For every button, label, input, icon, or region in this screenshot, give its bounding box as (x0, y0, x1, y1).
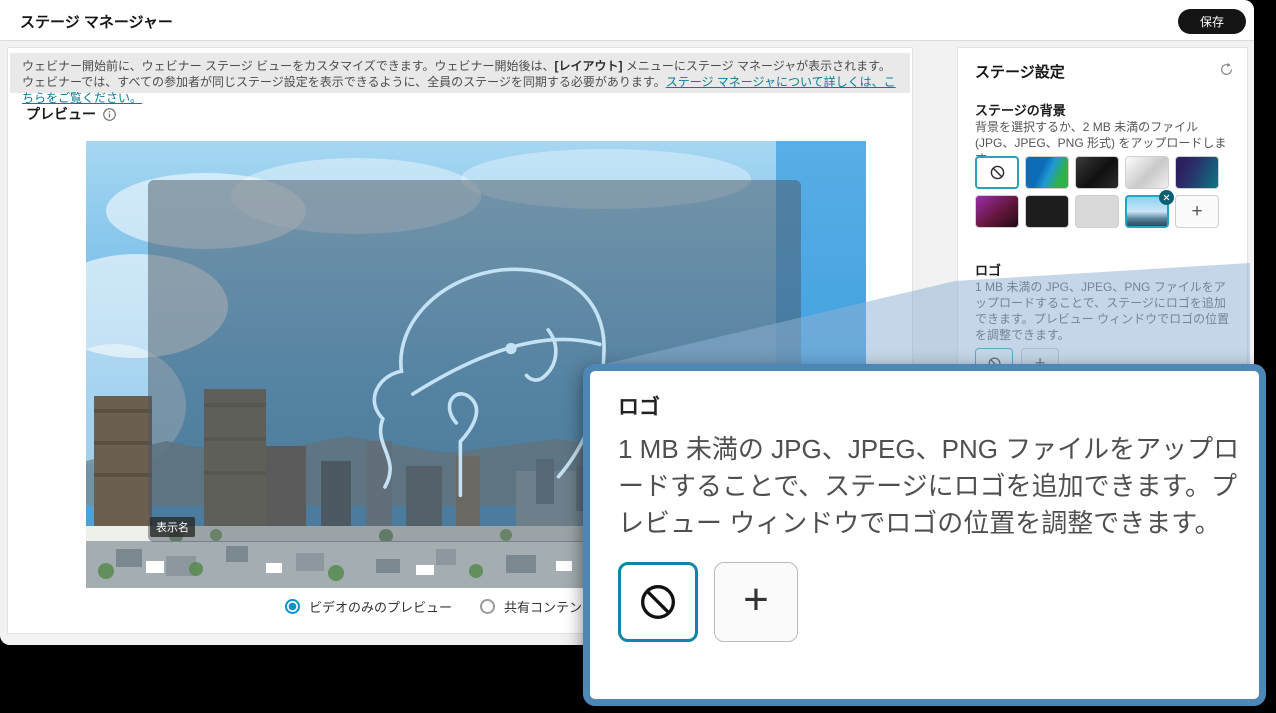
background-thumb-magenta[interactable] (975, 195, 1019, 228)
background-thumbnails: + (975, 156, 1225, 228)
popup-logo-title: ロゴ (618, 391, 1235, 421)
logo-section-title: ロゴ (975, 260, 1001, 279)
plus-icon: + (743, 578, 769, 622)
refresh-icon[interactable] (1219, 62, 1234, 77)
save-button[interactable]: 保存 (1178, 9, 1246, 34)
info-icon[interactable] (103, 108, 116, 121)
preview-section-title: プレビュー (26, 104, 116, 124)
banner-line1: ウェビナー開始前に、ウェビナー ステージ ビューをカスタマイズできます。ウェビナ… (22, 58, 898, 74)
sidebar-title: ステージ設定 (975, 61, 1065, 82)
popup-logo-description: 1 MB 未満の JPG、JPEG、PNG ファイルをアップロードすることで、ス… (618, 431, 1246, 542)
background-thumb-silver[interactable] (1125, 156, 1169, 189)
background-thumb-none[interactable] (975, 156, 1019, 189)
background-section-title: ステージの背景 (975, 100, 1066, 119)
no-background-icon (989, 164, 1006, 181)
background-thumb-dark-wave[interactable] (1075, 156, 1119, 189)
banner-layout-menu-ref: [レイアウト] (555, 59, 623, 73)
popup-logo-buttons: + (618, 562, 1235, 642)
background-thumb-indigo-teal[interactable] (1175, 156, 1219, 189)
app-header: ステージ マネージャー 保存 (0, 0, 1254, 41)
remove-background-badge[interactable] (1159, 190, 1174, 205)
background-thumb-gray[interactable] (1075, 195, 1119, 228)
popup-logo-upload-button[interactable]: + (714, 562, 798, 642)
display-name-tag: 表示名 (150, 517, 195, 537)
page-title: ステージ マネージャー (20, 11, 173, 32)
banner-line2: ウェビナーでは、すべての参加者が同じステージ設定を表示できるように、全員のステー… (22, 74, 898, 106)
radio-video-only[interactable]: ビデオのみのプレビュー (285, 597, 452, 616)
plus-icon: + (1191, 202, 1202, 221)
x-icon (1163, 194, 1170, 201)
screenshot-canvas: ステージ マネージャー 保存 ウェビナー開始前に、ウェビナー ステージ ビューを… (0, 0, 1276, 713)
popup-logo-none-button[interactable] (618, 562, 698, 642)
radio-unselected-icon[interactable] (480, 599, 495, 614)
magnified-logo-callout: ロゴ 1 MB 未満の JPG、JPEG、PNG ファイルをアップロードすること… (583, 364, 1266, 706)
background-upload-button[interactable]: + (1175, 195, 1219, 228)
background-thumb-blue-green[interactable] (1025, 156, 1069, 189)
info-banner: ウェビナー開始前に、ウェビナー ステージ ビューをカスタマイズできます。ウェビナ… (10, 53, 910, 93)
radio-selected-icon[interactable] (285, 599, 300, 614)
background-thumb-black[interactable] (1025, 195, 1069, 228)
background-thumb-city-photo[interactable] (1125, 195, 1169, 228)
logo-section-description: 1 MB 未満の JPG、JPEG、PNG ファイルをアップロードすることで、ス… (975, 279, 1231, 343)
no-logo-icon (638, 582, 678, 622)
